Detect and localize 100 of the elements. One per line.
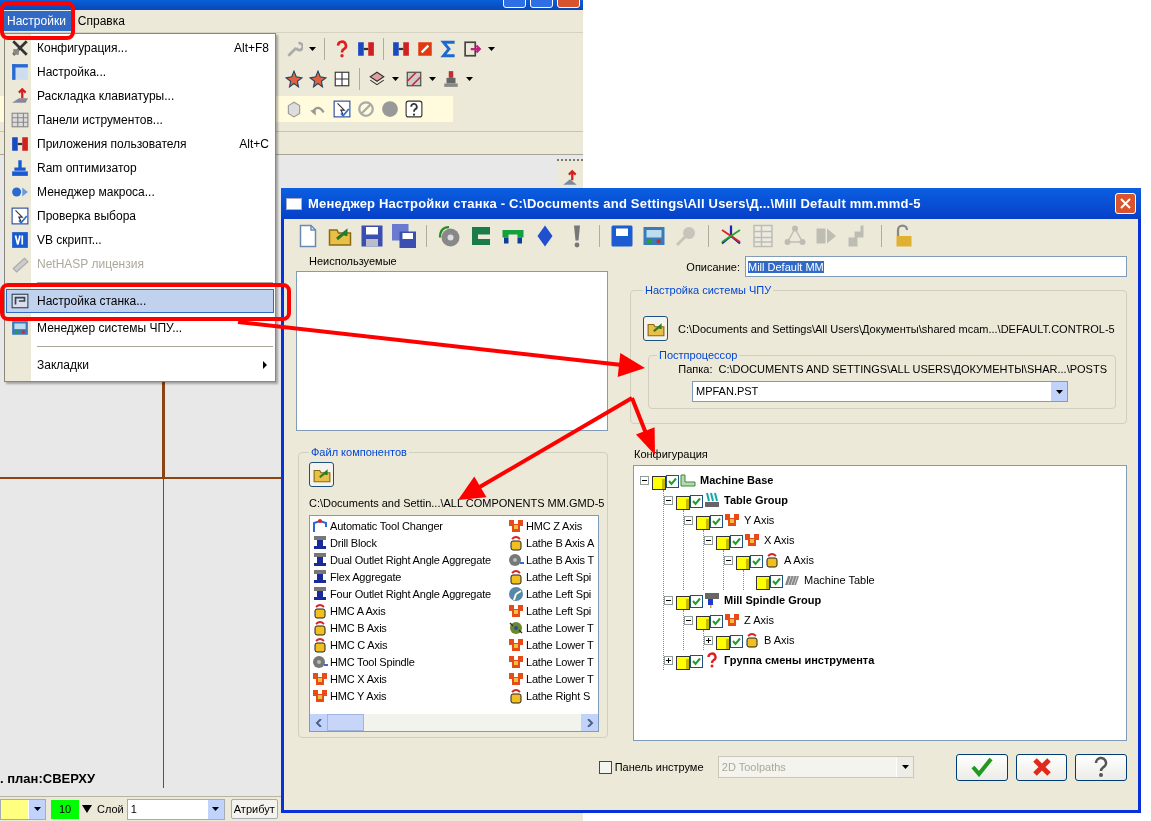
cube-icon[interactable] bbox=[285, 100, 303, 118]
list-item[interactable]: HMC Y Axis bbox=[310, 687, 506, 704]
layer-dropdown[interactable]: 1 bbox=[126, 798, 225, 820]
list-item[interactable]: Automatic Tool Changer bbox=[310, 517, 506, 534]
tree-item[interactable]: B Axis bbox=[764, 634, 795, 646]
tree-item[interactable]: Machine Table bbox=[804, 574, 875, 586]
horizontal-scrollbar[interactable] bbox=[310, 714, 598, 731]
bracket-icon[interactable] bbox=[469, 224, 493, 248]
burst-icon[interactable] bbox=[309, 70, 327, 88]
expander-icon[interactable] bbox=[664, 595, 673, 605]
list-item[interactable]: Lathe Lower T bbox=[506, 636, 598, 653]
width-field[interactable]: 10 bbox=[51, 799, 79, 819]
checkbox[interactable] bbox=[690, 654, 703, 668]
tree-item[interactable]: Z Axis bbox=[744, 614, 774, 626]
pillar-icon[interactable] bbox=[442, 70, 460, 88]
list-item[interactable]: HMC Z Axis bbox=[506, 517, 598, 534]
list-item[interactable]: Drill Block bbox=[310, 534, 506, 551]
split-icon[interactable] bbox=[392, 40, 410, 58]
checkbox[interactable] bbox=[690, 594, 703, 608]
list-item[interactable]: Lathe Left Spi bbox=[506, 585, 598, 602]
open-folder-button[interactable] bbox=[643, 316, 668, 341]
hatch-icon[interactable] bbox=[405, 70, 423, 88]
menu-bar-item[interactable]: Справка bbox=[72, 11, 130, 31]
menu-bar-item[interactable]: Настройки bbox=[2, 11, 71, 31]
menu-item[interactable]: Раскладка клавиатуры... bbox=[6, 84, 274, 108]
list-item[interactable]: Lathe Left Spi bbox=[506, 568, 598, 585]
expander-icon[interactable] bbox=[664, 655, 673, 665]
menu-item[interactable]: Настройка... bbox=[6, 60, 274, 84]
checkbox[interactable] bbox=[599, 760, 612, 774]
list-item[interactable]: Lathe Lower T bbox=[506, 653, 598, 670]
checkbox[interactable] bbox=[710, 514, 723, 528]
disc-icon[interactable] bbox=[437, 224, 461, 248]
list-item[interactable]: Lathe Left Spi bbox=[506, 602, 598, 619]
list-item[interactable]: Lathe B Axis T bbox=[506, 551, 598, 568]
caret-icon[interactable] bbox=[212, 807, 220, 811]
chevron-icon[interactable] bbox=[585, 718, 594, 727]
tree-item[interactable]: Mill Spindle Group bbox=[724, 594, 822, 606]
caret-icon[interactable] bbox=[429, 77, 436, 81]
checkbox[interactable] bbox=[770, 574, 783, 588]
caret-icon[interactable] bbox=[466, 77, 473, 81]
burst-icon[interactable] bbox=[285, 70, 303, 88]
list-item[interactable]: HMC C Axis bbox=[310, 636, 506, 653]
chevron-icon[interactable] bbox=[314, 718, 323, 727]
expander-icon[interactable] bbox=[684, 615, 693, 625]
checkbox[interactable] bbox=[730, 534, 743, 548]
list-item[interactable]: Dual Outlet Right Angle Aggregate bbox=[310, 551, 506, 568]
checkbox[interactable] bbox=[730, 634, 743, 648]
expander-icon[interactable] bbox=[704, 635, 713, 645]
tree-item[interactable]: Table Group bbox=[724, 494, 788, 506]
post-dropdown[interactable]: MPFAN.PST bbox=[692, 381, 1068, 402]
split-icon[interactable] bbox=[357, 40, 375, 58]
list-item[interactable]: HMC A Axis bbox=[310, 602, 506, 619]
expander-icon[interactable] bbox=[684, 515, 693, 525]
expander-icon[interactable] bbox=[704, 535, 713, 545]
close-button[interactable] bbox=[1115, 193, 1136, 214]
tree-item[interactable]: Y Axis bbox=[744, 514, 775, 526]
menu-item[interactable]: Приложения пользователя Alt+C bbox=[6, 132, 274, 156]
list-item[interactable]: HMC X Axis bbox=[310, 670, 506, 687]
dropdown-arrow-icon[interactable] bbox=[82, 804, 92, 814]
tree-item[interactable]: Группа смены инструмента bbox=[724, 654, 875, 666]
cursor-icon[interactable] bbox=[333, 100, 351, 118]
cancel-button[interactable] bbox=[1015, 753, 1068, 781]
monitor-icon[interactable] bbox=[642, 224, 666, 248]
tree-item[interactable]: Machine Base bbox=[700, 474, 774, 486]
list-item[interactable]: HMC B Axis bbox=[310, 619, 506, 636]
caret-icon[interactable] bbox=[392, 77, 399, 81]
menu-item[interactable]: VB скрипт... bbox=[6, 228, 274, 252]
list-item[interactable]: Lathe Lower T bbox=[506, 619, 598, 636]
caret-icon[interactable] bbox=[488, 47, 495, 51]
list-item[interactable]: HMC Tool Spindle bbox=[310, 653, 506, 670]
sigma-icon[interactable] bbox=[440, 40, 458, 58]
circle-icon[interactable] bbox=[381, 100, 399, 118]
help-icon[interactable] bbox=[405, 100, 423, 118]
tile-icon[interactable] bbox=[416, 40, 434, 58]
menu-item[interactable]: Конфигурация... Alt+F8 bbox=[6, 36, 274, 60]
checkbox[interactable] bbox=[666, 474, 679, 488]
stack-icon[interactable] bbox=[368, 70, 386, 88]
list-item[interactable]: Lathe Right S bbox=[506, 687, 598, 704]
caret-icon[interactable] bbox=[1055, 389, 1063, 394]
caret-icon[interactable] bbox=[309, 47, 316, 51]
description-field[interactable]: Mill Default MM bbox=[745, 256, 1127, 277]
scrollbar-thumb[interactable] bbox=[327, 714, 364, 731]
export-icon[interactable] bbox=[464, 40, 482, 58]
menu-item[interactable]: Ram оптимизатор bbox=[6, 156, 274, 180]
list-item[interactable]: Lathe Lower T bbox=[506, 670, 598, 687]
caret-icon[interactable] bbox=[33, 807, 41, 811]
list-item[interactable]: Flex Aggregate bbox=[310, 568, 506, 585]
axis-arrow-icon[interactable] bbox=[561, 169, 579, 187]
unused-list[interactable] bbox=[296, 271, 608, 431]
menu-item[interactable]: Менеджер макроса... bbox=[6, 180, 274, 204]
menu-item[interactable]: Настройка станка... bbox=[6, 289, 274, 313]
attributes-button[interactable]: Атрибут bbox=[230, 799, 278, 819]
menu-item[interactable]: Панели иструментов... bbox=[6, 108, 274, 132]
tree-item[interactable]: X Axis bbox=[764, 534, 795, 546]
checkbox[interactable] bbox=[710, 614, 723, 628]
expander-icon[interactable] bbox=[664, 495, 673, 505]
menu-item[interactable]: Проверка выбора bbox=[6, 204, 274, 228]
checkbox[interactable] bbox=[690, 494, 703, 508]
ok-button[interactable] bbox=[956, 753, 1008, 781]
list-item[interactable]: Four Outlet Right Angle Aggregate bbox=[310, 585, 506, 602]
